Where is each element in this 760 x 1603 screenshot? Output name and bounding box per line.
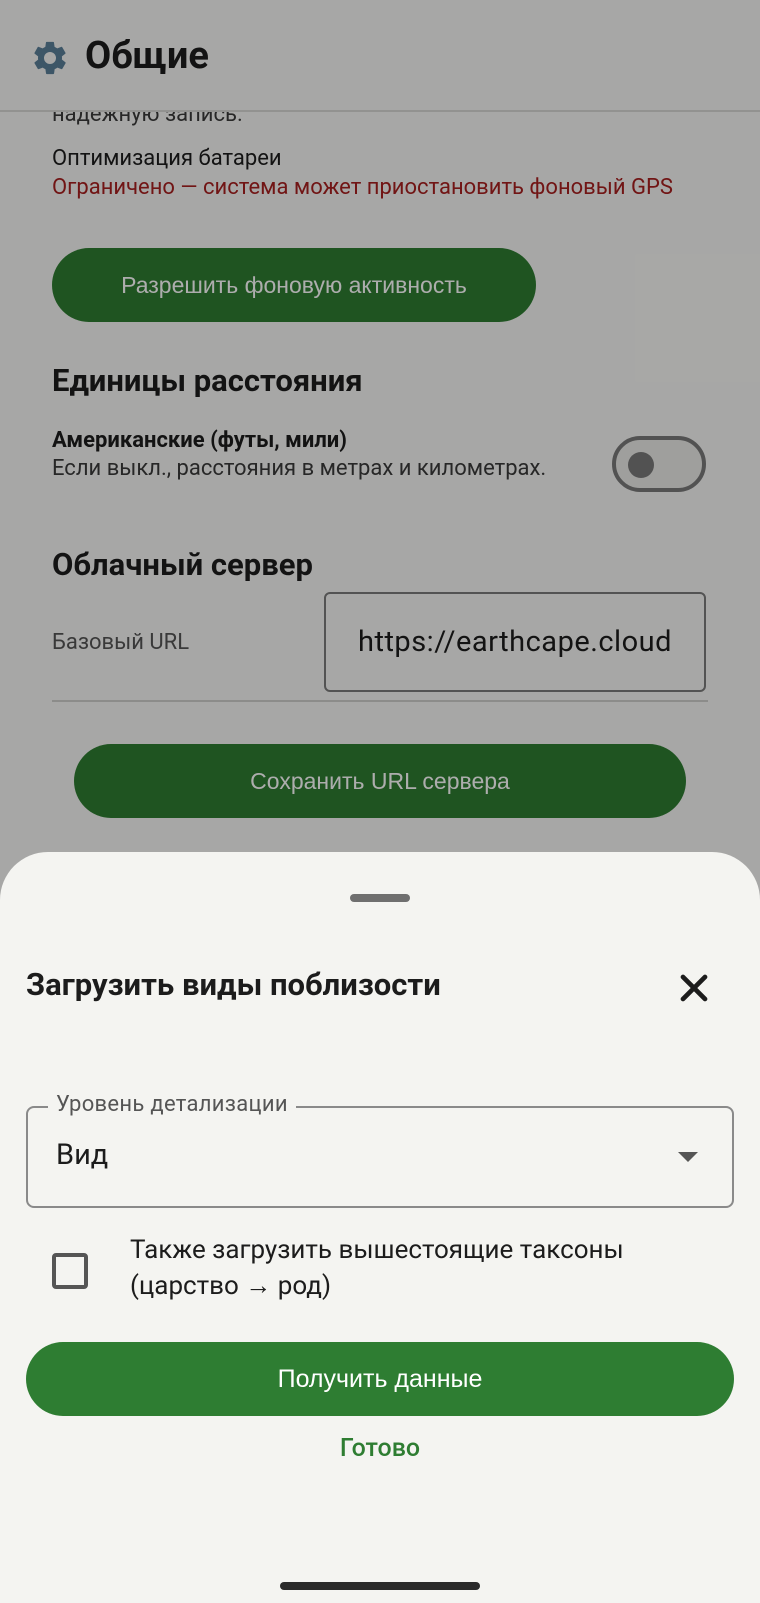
higher-taxa-checkbox[interactable] bbox=[52, 1253, 88, 1289]
sheet-drag-handle[interactable] bbox=[350, 894, 410, 902]
detail-level-label: Уровень детализации bbox=[48, 1092, 296, 1117]
gesture-bar bbox=[280, 1582, 480, 1590]
done-button[interactable]: Готово bbox=[0, 1434, 760, 1463]
higher-taxa-label[interactable]: Также загрузить вышестоящие таксоны (цар… bbox=[130, 1232, 690, 1304]
fetch-data-button[interactable]: Получить данные bbox=[26, 1342, 734, 1416]
sheet-title: Загрузить виды поблизости bbox=[26, 966, 441, 1003]
detail-level-select[interactable]: Уровень детализации Вид bbox=[26, 1092, 734, 1208]
detail-level-value: Вид bbox=[56, 1138, 109, 1172]
dropdown-arrow-icon bbox=[678, 1152, 698, 1162]
download-species-sheet: Загрузить виды поблизости Уровень детали… bbox=[0, 852, 760, 1603]
close-icon[interactable] bbox=[672, 966, 716, 1010]
